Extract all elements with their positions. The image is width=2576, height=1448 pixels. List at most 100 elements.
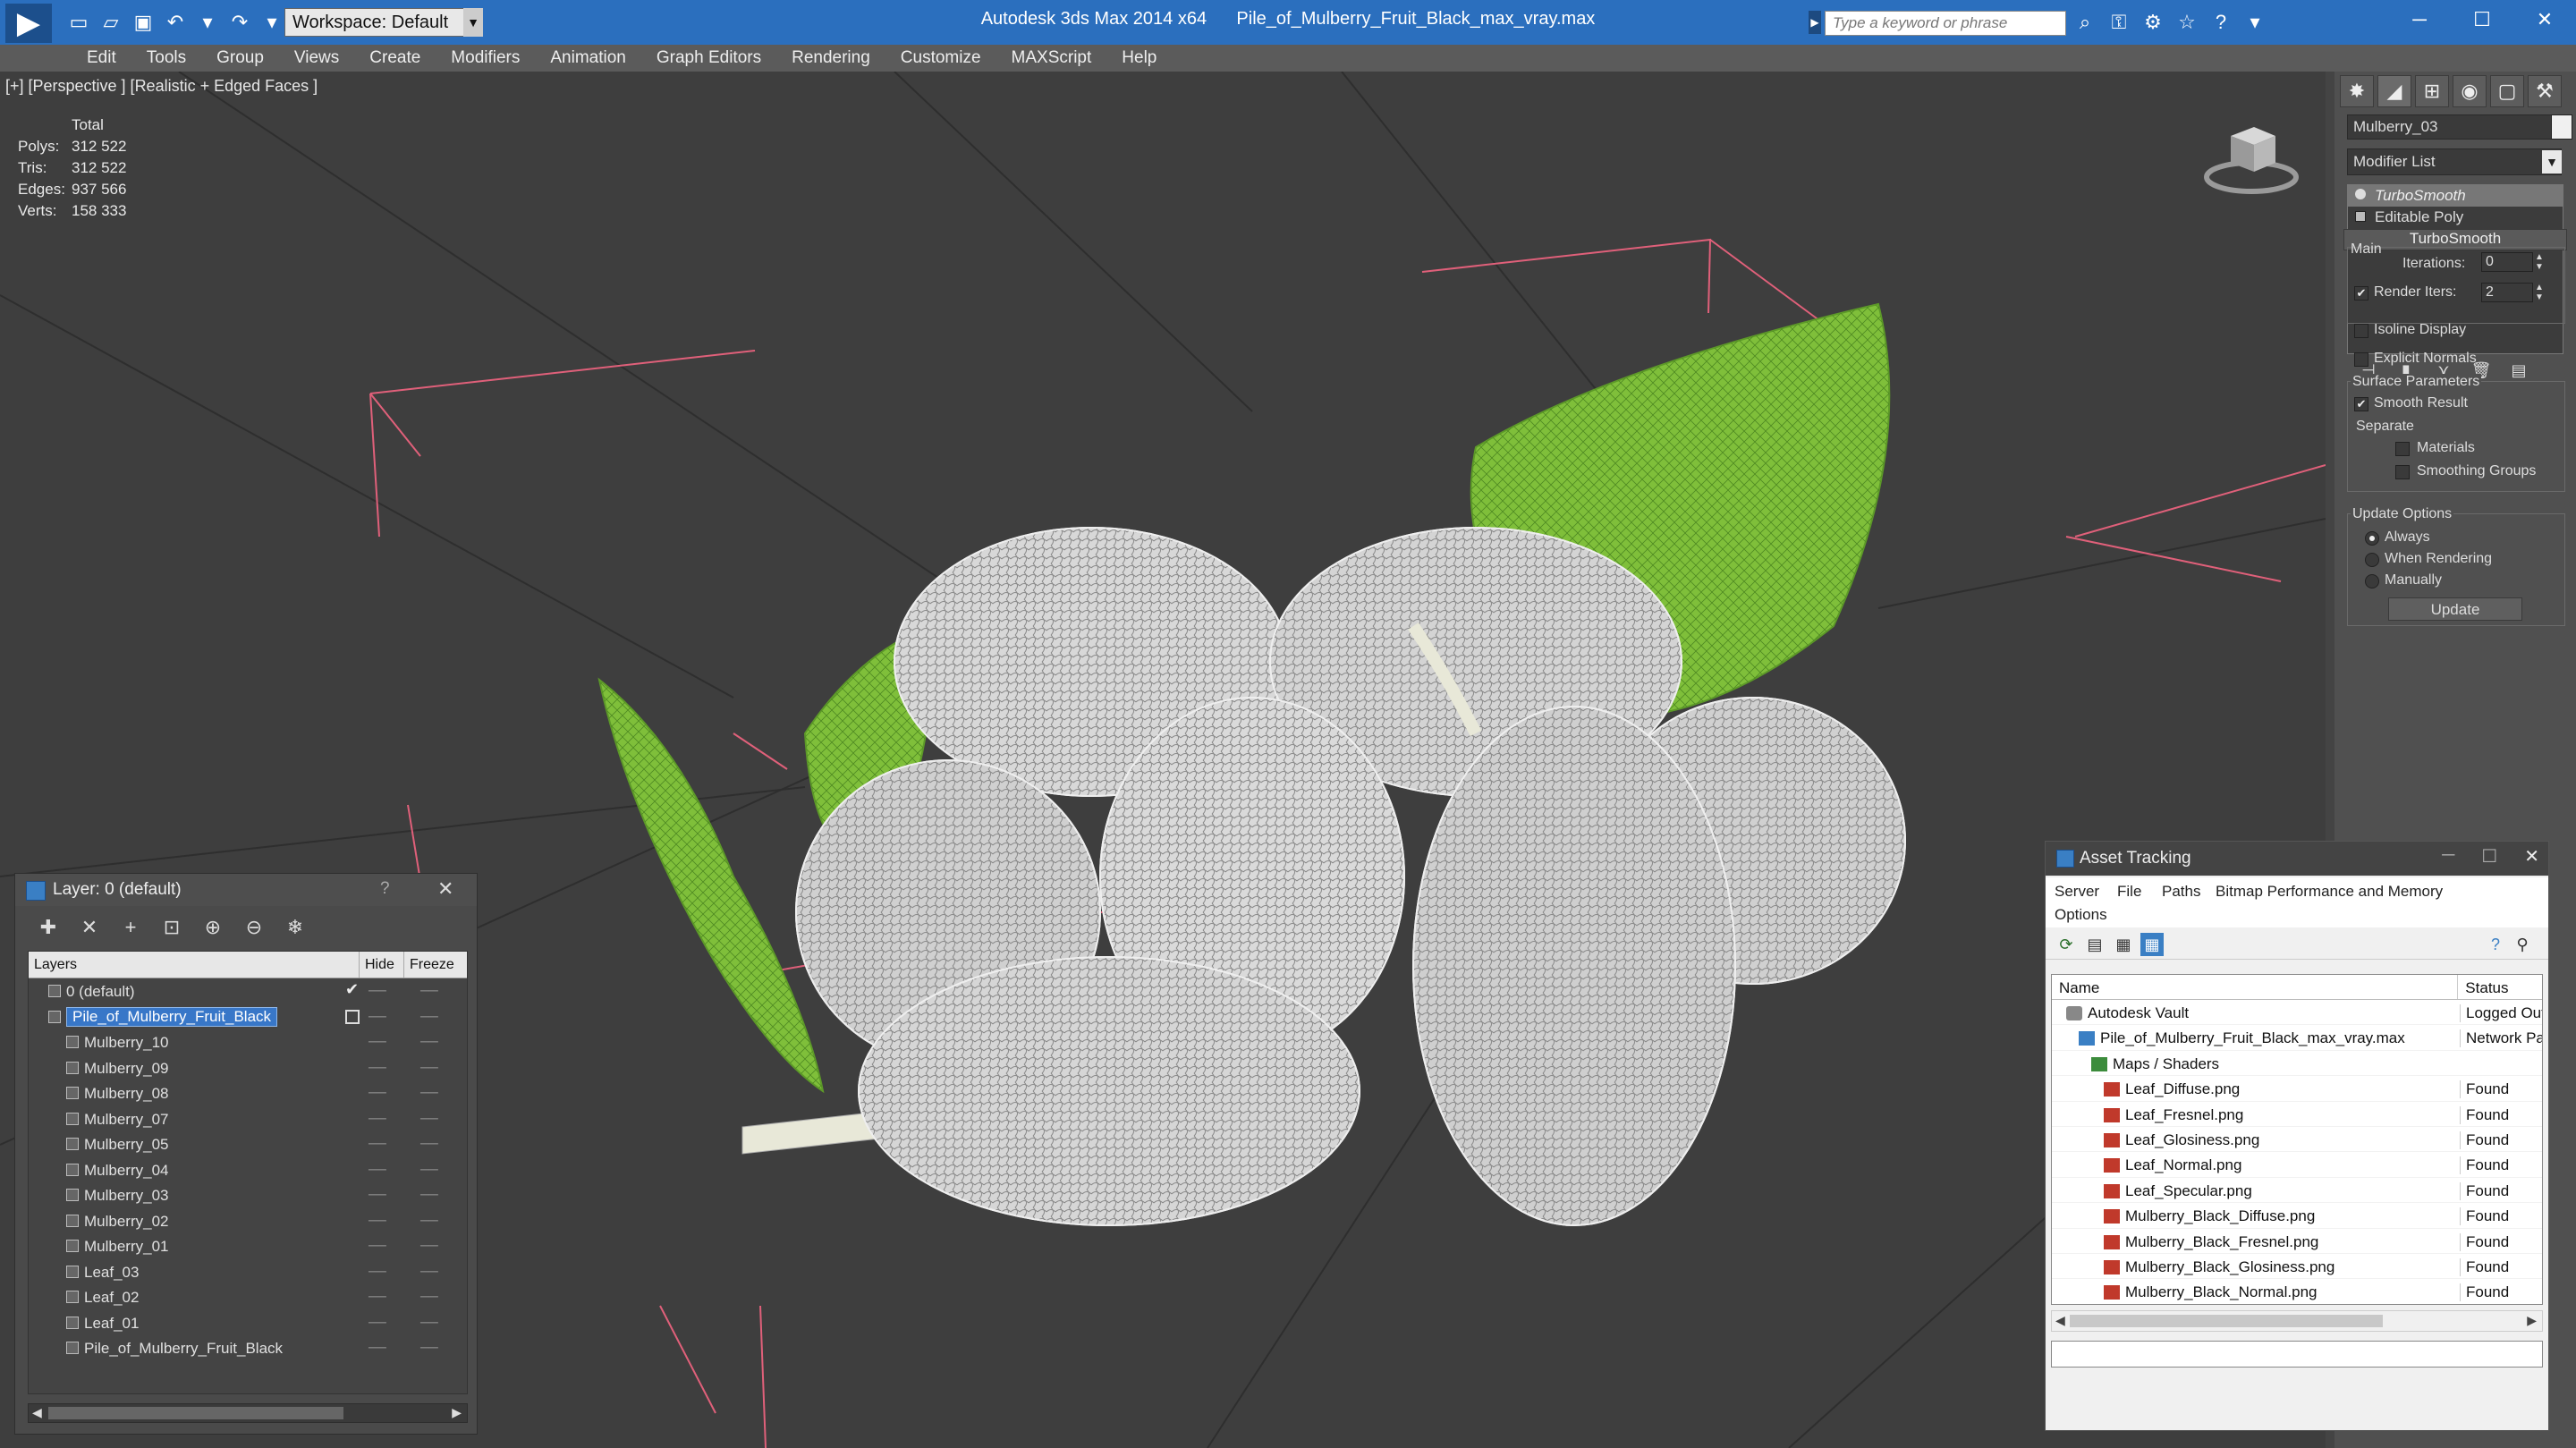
update-button[interactable]: Update <box>2388 597 2522 621</box>
asset-row[interactable]: Autodesk Vault Logged Out <box>2052 1000 2542 1026</box>
asset-row[interactable]: Mulberry_Black_Fresnel.png Found <box>2052 1229 2542 1254</box>
layer-row[interactable]: Pile_of_Mulberry_Fruit_Black ── ── <box>29 1004 467 1030</box>
layer-row[interactable]: Mulberry_05 ── ── <box>29 1131 467 1157</box>
menu-bitmap-performance[interactable]: Bitmap Performance and Memory <box>2216 883 2443 901</box>
scroll-right-icon[interactable]: ▶ <box>2527 1313 2537 1328</box>
freeze-toggle[interactable]: ── <box>420 1264 438 1278</box>
scroll-right-icon[interactable]: ▶ <box>452 1405 462 1420</box>
search-expand-icon[interactable]: ▶ <box>1809 11 1821 34</box>
stack-item-editable-poly[interactable]: Editable Poly <box>2348 207 2563 228</box>
layer-row[interactable]: Mulberry_10 ── ── <box>29 1029 467 1055</box>
smoothing-groups-checkbox[interactable] <box>2395 465 2410 479</box>
table-view-icon[interactable]: ▦ <box>2112 933 2135 956</box>
hide-toggle[interactable]: ── <box>369 1264 386 1278</box>
grid-view-icon[interactable]: ▦ <box>2140 933 2164 956</box>
horizontal-scrollbar[interactable]: ◀ ▶ <box>2051 1310 2543 1332</box>
menu-group[interactable]: Group <box>201 45 279 72</box>
asset-row[interactable]: Leaf_Diffuse.png Found <box>2052 1076 2542 1102</box>
new-file-icon[interactable]: ▭ <box>64 9 93 36</box>
hide-toggle[interactable]: ── <box>369 1187 386 1201</box>
list-view-icon[interactable]: ▤ <box>2083 933 2106 956</box>
configure-modifier-sets-icon[interactable]: ▤ <box>2506 358 2531 383</box>
asset-row[interactable]: Maps / Shaders <box>2052 1051 2542 1077</box>
open-file-icon[interactable]: ▱ <box>97 9 125 36</box>
menu-options[interactable]: Options <box>2055 906 2107 924</box>
when-rendering-radio[interactable] <box>2365 553 2379 567</box>
help-icon[interactable]: ? <box>2484 933 2507 956</box>
asset-row[interactable]: Mulberry_Black_Normal.png Found <box>2052 1279 2542 1304</box>
always-radio[interactable] <box>2365 531 2379 546</box>
motion-tab-icon[interactable]: ◉ <box>2453 75 2487 107</box>
render-iters-checkbox[interactable]: ✔ <box>2354 286 2368 301</box>
freeze-toggle[interactable]: ── <box>420 1009 438 1023</box>
asset-row[interactable]: Leaf_Normal.png Found <box>2052 1152 2542 1178</box>
layer-row[interactable]: Pile_of_Mulberry_Fruit_Black ── ── <box>29 1335 467 1361</box>
asset-row[interactable]: Leaf_Glosiness.png Found <box>2052 1127 2542 1153</box>
hide-toggle[interactable]: ── <box>369 1136 386 1150</box>
spinner-arrows-icon[interactable]: ▲ ▼ <box>2533 252 2546 272</box>
layer-row[interactable]: Mulberry_09 ── ── <box>29 1055 467 1081</box>
layer-row[interactable]: 0 (default) ✔ ── ── <box>29 978 467 1004</box>
horizontal-scrollbar[interactable]: ◀ ▶ <box>28 1403 468 1423</box>
scroll-left-icon[interactable]: ◀ <box>2055 1313 2065 1328</box>
asset-row[interactable]: Leaf_Fresnel.png Found <box>2052 1102 2542 1127</box>
menu-tools[interactable]: Tools <box>131 45 201 72</box>
workspace-dropdown[interactable]: Workspace: Default <box>284 8 481 37</box>
hide-toggle[interactable]: ── <box>369 1213 386 1227</box>
layer-row[interactable]: Mulberry_07 ── ── <box>29 1106 467 1132</box>
menu-customize[interactable]: Customize <box>886 45 996 72</box>
asset-row[interactable]: Mulberry_Black_Diffuse.png Found <box>2052 1203 2542 1229</box>
freeze-toggle[interactable]: ── <box>420 1034 438 1048</box>
menu-server[interactable]: Server <box>2055 883 2099 901</box>
pin-icon[interactable]: ⚲ <box>2511 933 2534 956</box>
hide-toggle[interactable]: ── <box>369 1238 386 1252</box>
help-search-input[interactable]: Type a keyword or phrase <box>1825 11 2066 36</box>
create-layer-icon[interactable]: ✚ <box>33 913 64 942</box>
column-freeze[interactable]: Freeze <box>404 952 467 978</box>
stack-item-turbosmooth[interactable]: TurboSmooth <box>2348 185 2563 207</box>
layer-row[interactable]: Leaf_03 ── ── <box>29 1259 467 1285</box>
layer-row[interactable]: Mulberry_03 ── ── <box>29 1182 467 1208</box>
viewport-label[interactable]: [+] [Perspective ] [Realistic + Edged Fa… <box>5 77 318 96</box>
display-tab-icon[interactable]: ▢ <box>2490 75 2524 107</box>
redo-icon[interactable]: ↷ <box>225 9 254 36</box>
render-iters-spinner[interactable]: 2 <box>2481 283 2533 302</box>
close-icon[interactable]: ✕ <box>2524 845 2539 868</box>
menu-animation[interactable]: Animation <box>535 45 641 72</box>
freeze-toggle[interactable]: ── <box>420 1136 438 1150</box>
delete-layer-icon[interactable]: ✕ <box>74 913 105 942</box>
expand-box-icon[interactable] <box>2355 211 2366 222</box>
help-icon[interactable]: ? <box>380 879 390 899</box>
menu-rendering[interactable]: Rendering <box>776 45 886 72</box>
freeze-toggle[interactable]: ── <box>420 1340 438 1354</box>
object-color-swatch[interactable] <box>2551 114 2572 140</box>
help-icon[interactable]: ? <box>2207 9 2234 36</box>
scrollbar-thumb[interactable] <box>2070 1315 2383 1327</box>
favorites-star-icon[interactable]: ☆ <box>2174 9 2200 36</box>
hide-all-layers-icon[interactable]: ⊖ <box>239 913 269 942</box>
menu-edit[interactable]: Edit <box>72 45 131 72</box>
menu-file[interactable]: File <box>2117 883 2141 901</box>
freeze-toggle[interactable]: ── <box>420 1085 438 1099</box>
menu-create[interactable]: Create <box>354 45 436 72</box>
column-layers[interactable]: Layers <box>29 952 360 978</box>
maximize-icon[interactable]: ☐ <box>2451 0 2513 39</box>
layer-row[interactable]: Mulberry_01 ── ── <box>29 1233 467 1259</box>
chevron-down-icon[interactable]: ▼ <box>463 8 483 37</box>
layer-row[interactable]: Leaf_01 ── ── <box>29 1310 467 1336</box>
menu-views[interactable]: Views <box>279 45 354 72</box>
asset-path-field[interactable] <box>2051 1341 2543 1368</box>
highlight-layer-icon[interactable]: ⊕ <box>198 913 228 942</box>
freeze-toggle[interactable]: ── <box>420 983 438 997</box>
hide-toggle[interactable]: ── <box>369 1340 386 1354</box>
manually-radio[interactable] <box>2365 574 2379 589</box>
asset-row[interactable]: Leaf_Specular.png Found <box>2052 1178 2542 1204</box>
menu-maxscript[interactable]: MAXScript <box>996 45 1107 72</box>
hide-toggle[interactable]: ── <box>369 1085 386 1099</box>
object-name-field[interactable]: Mulberry_03 <box>2347 114 2555 140</box>
close-icon[interactable]: ✕ <box>437 877 453 901</box>
lightbulb-icon[interactable] <box>2355 189 2366 199</box>
select-objects-icon[interactable]: ⊡ <box>157 913 187 942</box>
menu-help[interactable]: Help <box>1106 45 1172 72</box>
layer-row[interactable]: Mulberry_04 ── ── <box>29 1157 467 1183</box>
